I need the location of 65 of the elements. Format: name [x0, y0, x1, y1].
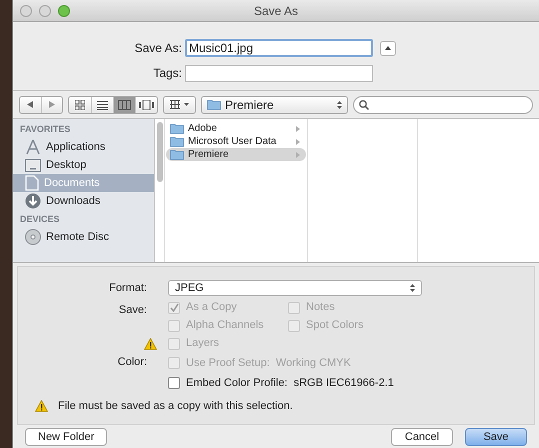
desktop-icon	[25, 158, 41, 172]
back-forward-control[interactable]	[19, 96, 63, 114]
folder-icon	[207, 99, 221, 110]
view-mode-button[interactable]	[135, 96, 157, 112]
search-field[interactable]	[353, 96, 533, 114]
option-label: As a Copy	[186, 300, 237, 316]
folder-row[interactable]: Premiere	[166, 148, 306, 161]
option-label: Layers	[186, 336, 220, 352]
folder-row[interactable]: Adobe	[166, 122, 306, 135]
zoom-button[interactable]	[58, 4, 70, 16]
filename-field[interactable]: Music01.jpg	[185, 39, 373, 57]
stepper-arrows-icon	[410, 284, 415, 292]
warning-icon	[35, 400, 48, 412]
triangle-up-icon	[385, 46, 391, 50]
expand-button[interactable]	[380, 40, 396, 56]
download-icon	[25, 193, 41, 209]
grid-icon	[170, 100, 180, 109]
stepper-arrows-icon	[337, 100, 342, 108]
save-label: Save:	[118, 302, 147, 318]
tags-field[interactable]	[185, 64, 373, 82]
folder-row[interactable]: Microsoft User Data	[166, 135, 306, 148]
arrange-button[interactable]	[163, 96, 196, 114]
color-label: Color:	[116, 354, 148, 368]
tags-label: Tags:	[152, 65, 183, 82]
checkbox[interactable]	[168, 377, 180, 390]
option-label: Spot Colors	[306, 318, 364, 334]
option-label: Embed Color Profile: sRGB IEC61966-2.1	[186, 376, 394, 391]
disclosure-arrow-icon	[296, 152, 300, 158]
cancel-button[interactable]: Cancel	[391, 428, 453, 446]
location-popup[interactable]: Premiere	[201, 96, 348, 114]
sidebar-heading: DEVICES	[19, 213, 61, 226]
cover-flow-icon	[139, 100, 154, 110]
caret-icon	[184, 103, 189, 106]
view-mode-button[interactable]	[113, 96, 135, 112]
minimize-button[interactable]	[39, 4, 51, 16]
sidebar-item[interactable]: Downloads	[13, 192, 154, 210]
new-folder-button[interactable]: New Folder	[25, 428, 108, 446]
disc-icon	[25, 229, 41, 245]
back-icon[interactable]	[27, 101, 34, 108]
save-button[interactable]: Save	[465, 428, 527, 446]
document-icon	[25, 175, 39, 191]
option-label: Alpha Channels	[186, 318, 264, 334]
sidebar-item[interactable]: Applications	[13, 138, 154, 156]
disclosure-arrow-icon	[296, 126, 300, 132]
folder-icon	[170, 123, 184, 134]
search-icon	[359, 100, 369, 110]
sidebar-heading: FAVORITES	[19, 123, 72, 136]
option-label: Notes	[306, 300, 335, 316]
forward-icon[interactable]	[48, 101, 55, 108]
option-label: Use Proof Setup: Working CMYK	[186, 356, 351, 370]
window-title: Save As	[252, 2, 300, 20]
format-popup[interactable]: JPEG	[168, 280, 422, 296]
sidebar-item[interactable]: Desktop	[13, 156, 154, 174]
grid-icon	[75, 100, 85, 110]
sidebar-item[interactable]: Remote Disc	[13, 228, 154, 246]
checkmark-icon	[170, 303, 178, 312]
warning-message: File must be saved as a copy with this selection.	[58, 398, 293, 414]
columns-icon	[118, 100, 131, 110]
save-as-label: Save As:	[134, 40, 183, 57]
disclosure-arrow-icon	[296, 138, 300, 144]
scrollbar-thumb[interactable]	[156, 122, 162, 182]
close-button[interactable]	[20, 4, 32, 16]
folder-icon	[170, 149, 184, 160]
list-icon	[97, 100, 108, 110]
format-label: Format:	[108, 281, 148, 296]
